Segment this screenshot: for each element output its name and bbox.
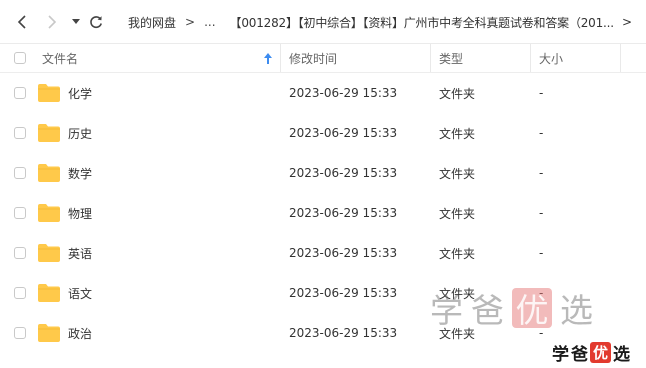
breadcrumb-separator: > xyxy=(185,15,196,29)
file-modified: 2023-06-29 15:33 xyxy=(289,166,398,180)
file-name[interactable]: 英语 xyxy=(68,233,92,273)
row-checkbox[interactable] xyxy=(14,287,26,299)
breadcrumb-current: 【001282】【初中综合】【资料】广州市中考全科真题试卷和答案（201... xyxy=(229,15,615,30)
refresh-icon[interactable] xyxy=(88,13,104,31)
folder-icon xyxy=(38,244,60,262)
file-row[interactable]: 历史 2023-06-29 15:33 文件夹 - xyxy=(0,113,646,153)
logo-char: 选 xyxy=(613,344,630,365)
forward-arrow-icon[interactable] xyxy=(44,13,60,31)
corner-logo: 学 爸 优 选 xyxy=(552,340,630,365)
file-type: 文件夹 xyxy=(439,86,476,101)
breadcrumb-more-icon[interactable]: > xyxy=(622,0,632,44)
column-header-type[interactable]: 类型 xyxy=(439,44,463,72)
column-header-size[interactable]: 大小 xyxy=(539,44,563,72)
logo-char: 学 xyxy=(552,344,569,365)
back-arrow-icon[interactable] xyxy=(14,13,30,31)
file-modified: 2023-06-29 15:33 xyxy=(289,246,398,260)
file-size: - xyxy=(539,126,544,140)
file-modified: 2023-06-29 15:33 xyxy=(289,86,398,100)
column-divider[interactable] xyxy=(280,44,281,72)
row-checkbox[interactable] xyxy=(14,167,26,179)
file-name[interactable]: 政治 xyxy=(68,313,92,353)
file-type: 文件夹 xyxy=(439,126,476,141)
file-name[interactable]: 历史 xyxy=(68,113,92,153)
file-type: 文件夹 xyxy=(439,206,476,221)
folder-icon xyxy=(38,124,60,142)
watermark-char: 爸 xyxy=(471,291,504,330)
watermark-char: 学 xyxy=(430,291,463,330)
file-name[interactable]: 语文 xyxy=(68,273,92,313)
breadcrumb: 我的网盘 > ... 【001282】【初中综合】【资料】广州市中考全科真题试卷… xyxy=(128,0,646,44)
folder-icon xyxy=(38,284,60,302)
breadcrumb-ellipsis[interactable]: ... xyxy=(204,15,215,29)
column-header-modified[interactable]: 修改时间 xyxy=(289,44,337,72)
folder-icon xyxy=(38,204,60,222)
file-modified: 2023-06-29 15:33 xyxy=(289,326,398,340)
file-modified: 2023-06-29 15:33 xyxy=(289,286,398,300)
dropdown-icon[interactable] xyxy=(68,13,84,31)
select-all-checkbox[interactable] xyxy=(14,52,26,64)
row-checkbox[interactable] xyxy=(14,87,26,99)
breadcrumb-root[interactable]: 我的网盘 xyxy=(128,14,176,31)
file-modified: 2023-06-29 15:33 xyxy=(289,126,398,140)
file-size: - xyxy=(539,246,544,260)
row-checkbox[interactable] xyxy=(14,327,26,339)
column-header-name[interactable]: 文件名 xyxy=(42,44,78,72)
file-row[interactable]: 物理 2023-06-29 15:33 文件夹 - xyxy=(0,193,646,233)
sort-asc-icon[interactable] xyxy=(264,44,272,72)
column-divider[interactable] xyxy=(620,44,621,72)
file-modified: 2023-06-29 15:33 xyxy=(289,206,398,220)
logo-char: 爸 xyxy=(571,344,588,365)
watermark-char: 选 xyxy=(560,291,593,330)
folder-icon xyxy=(38,164,60,182)
logo-char: 优 xyxy=(590,341,611,363)
row-checkbox[interactable] xyxy=(14,207,26,219)
row-checkbox[interactable] xyxy=(14,127,26,139)
folder-icon xyxy=(38,84,60,102)
file-row[interactable]: 化学 2023-06-29 15:33 文件夹 - xyxy=(0,73,646,113)
file-size: - xyxy=(539,206,544,220)
row-checkbox[interactable] xyxy=(14,247,26,259)
watermark: 学 爸 优 选 xyxy=(430,284,593,332)
file-list-header: 文件名 修改时间 类型 大小 xyxy=(0,44,646,73)
file-name[interactable]: 数学 xyxy=(68,153,92,193)
file-name[interactable]: 物理 xyxy=(68,193,92,233)
file-name[interactable]: 化学 xyxy=(68,73,92,113)
file-type: 文件夹 xyxy=(439,246,476,261)
file-row[interactable]: 数学 2023-06-29 15:33 文件夹 - xyxy=(0,153,646,193)
file-type: 文件夹 xyxy=(439,166,476,181)
file-row[interactable]: 英语 2023-06-29 15:33 文件夹 - xyxy=(0,233,646,273)
toolbar: 我的网盘 > ... 【001282】【初中综合】【资料】广州市中考全科真题试卷… xyxy=(0,0,646,44)
watermark-char: 优 xyxy=(512,288,552,330)
file-size: - xyxy=(539,86,544,100)
file-size: - xyxy=(539,166,544,180)
column-divider[interactable] xyxy=(530,44,531,72)
column-divider[interactable] xyxy=(430,44,431,72)
folder-icon xyxy=(38,324,60,342)
